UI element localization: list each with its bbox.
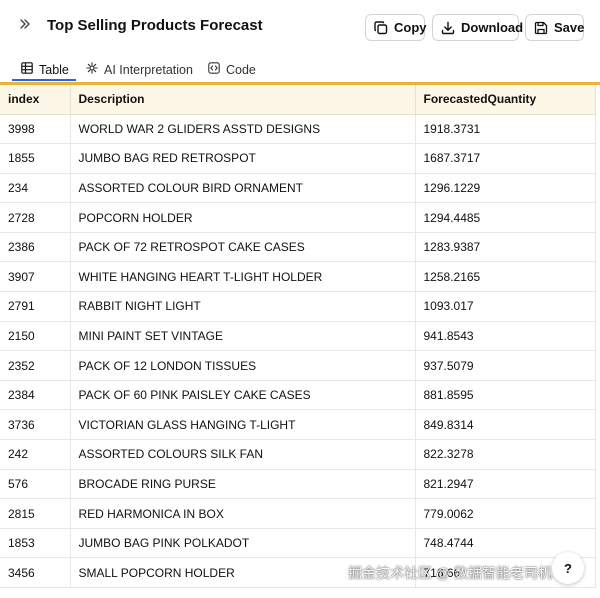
cell-forecasted-quantity: 1918.3731 <box>415 114 596 145</box>
cell-index: 3998 <box>0 114 71 145</box>
collapse-panel-button[interactable] <box>16 16 34 36</box>
save-button-label: Save <box>554 20 585 35</box>
cell-description: JUMBO BAG RED RETROSPOT <box>70 143 416 174</box>
tab-table-label: Table <box>39 62 69 77</box>
column-header-index[interactable]: index <box>0 85 71 115</box>
table-row[interactable]: 3907 WHITE HANGING HEART T-LIGHT HOLDER 12… <box>0 261 596 293</box>
data-table-container[interactable]: index Description ForecastedQuantity 399… <box>0 82 600 598</box>
tab-code[interactable]: Code <box>208 57 256 82</box>
cell-description: JUMBO BAG PINK POLKADOT <box>70 528 416 559</box>
cell-forecasted-quantity: 1687.3717 <box>415 143 596 174</box>
cell-description: BROCADE RING PURSE <box>70 469 416 500</box>
download-icon <box>441 21 455 35</box>
cell-forecasted-quantity: 1093.017 <box>415 291 596 322</box>
table-row[interactable]: 576 BROCADE RING PURSE 821.2947 <box>0 469 596 500</box>
cell-description: MINI PAINT SET VINTAGE <box>70 321 416 352</box>
cell-forecasted-quantity: 849.8314 <box>415 409 596 441</box>
download-button-label: Download <box>461 20 524 35</box>
table-header-row: index Description ForecastedQuantity <box>0 85 596 115</box>
cell-index: 2352 <box>0 350 71 381</box>
table-row[interactable]: 2352 PACK OF 12 LONDON TISSUES 937.5079 <box>0 350 596 381</box>
cell-index: 1853 <box>0 528 71 559</box>
cell-index: 242 <box>0 439 71 470</box>
cell-index: 2386 <box>0 232 71 263</box>
cell-index: 3456 <box>0 557 71 588</box>
code-icon <box>208 62 220 77</box>
cell-index: 1855 <box>0 143 71 174</box>
watermark-text: 掘金技术社区 @ 数据智能老司机 <box>348 565 552 581</box>
table-row[interactable]: 242 ASSORTED COLOURS SILK FAN 822.3278 <box>0 439 596 470</box>
table-row[interactable]: 3736 VICTORIAN GLASS HANGING T-LIGHT 849.8… <box>0 409 596 441</box>
table-row[interactable]: 2815 RED HARMONICA IN BOX 779.0062 <box>0 498 596 529</box>
cell-index: 234 <box>0 173 71 204</box>
cell-forecasted-quantity: 1296.1229 <box>415 173 596 204</box>
cell-forecasted-quantity: 881.8595 <box>415 380 596 411</box>
cell-description: ASSORTED COLOURS SILK FAN <box>70 439 416 470</box>
help-button[interactable]: ? <box>552 552 584 584</box>
page-title: Top Selling Products Forecast <box>47 17 263 34</box>
cell-index: 2791 <box>0 291 71 322</box>
cell-forecasted-quantity: 1294.4485 <box>415 202 596 233</box>
cell-forecasted-quantity: 1258.2165 <box>415 261 596 293</box>
cell-index: 2728 <box>0 202 71 233</box>
cell-index: 2384 <box>0 380 71 411</box>
tab-ai-interpretation[interactable]: AI Interpretation <box>86 57 193 82</box>
table-row[interactable]: 234 ASSORTED COLOUR BIRD ORNAMENT 1296.122… <box>0 173 596 204</box>
cell-forecasted-quantity: 1283.9387 <box>415 232 596 263</box>
cell-forecasted-quantity: 941.8543 <box>415 321 596 352</box>
table-row[interactable]: 1855 JUMBO BAG RED RETROSPOT 1687.3717 <box>0 143 596 174</box>
data-table: index Description ForecastedQuantity 399… <box>0 85 596 588</box>
double-chevron-right-icon <box>19 17 31 35</box>
table-row[interactable]: 1853 JUMBO BAG PINK POLKADOT 748.4744 <box>0 528 596 559</box>
tab-ai-interpretation-label: AI Interpretation <box>104 62 193 77</box>
cell-forecasted-quantity: 821.2947 <box>415 469 596 500</box>
cell-index: 2150 <box>0 321 71 352</box>
column-header-description[interactable]: Description <box>70 85 416 115</box>
cell-description: RABBIT NIGHT LIGHT <box>70 291 416 322</box>
cell-forecasted-quantity: 822.3278 <box>415 439 596 470</box>
cell-index: 2815 <box>0 498 71 529</box>
cell-description: PACK OF 60 PINK PAISLEY CAKE CASES <box>70 380 416 411</box>
header: Top Selling Products Forecast Copy Downl… <box>0 0 600 52</box>
cell-description: WORLD WAR 2 GLIDERS ASSTD DESIGNS <box>70 114 416 145</box>
cell-forecasted-quantity: 779.0062 <box>415 498 596 529</box>
view-tabs: Table AI Interpretation Code <box>0 52 600 82</box>
cell-index: 3907 <box>0 261 71 293</box>
active-tab-indicator <box>12 79 76 81</box>
save-button[interactable]: Save <box>525 14 584 41</box>
table-row[interactable]: 3998 WORLD WAR 2 GLIDERS ASSTD DESIGNS 191… <box>0 114 596 145</box>
table-row[interactable]: 2386 PACK OF 72 RETROSPOT CAKE CASES 1283.… <box>0 232 596 263</box>
cell-description: WHITE HANGING HEART T-LIGHT HOLDER <box>70 261 416 293</box>
copy-button-label: Copy <box>394 20 427 35</box>
table-icon <box>21 62 33 77</box>
cell-index: 3736 <box>0 409 71 441</box>
download-button[interactable]: Download <box>432 14 523 41</box>
cell-description: PACK OF 12 LONDON TISSUES <box>70 350 416 381</box>
table-row[interactable]: 2728 POPCORN HOLDER 1294.4485 <box>0 202 596 233</box>
column-header-forecasted-quantity[interactable]: ForecastedQuantity <box>415 85 596 115</box>
cell-description: PACK OF 72 RETROSPOT CAKE CASES <box>70 232 416 263</box>
copy-button[interactable]: Copy <box>365 14 427 41</box>
table-row[interactable]: 2150 MINI PAINT SET VINTAGE 941.8543 <box>0 321 596 352</box>
cell-description: ASSORTED COLOUR BIRD ORNAMENT <box>70 173 416 204</box>
copy-icon <box>374 20 388 35</box>
table-row[interactable]: 2384 PACK OF 60 PINK PAISLEY CAKE CASES 88… <box>0 380 596 411</box>
cell-description: RED HARMONICA IN BOX <box>70 498 416 529</box>
cell-forecasted-quantity: 937.5079 <box>415 350 596 381</box>
sparkle-gear-icon <box>86 62 98 77</box>
cell-description: POPCORN HOLDER <box>70 202 416 233</box>
cell-index: 576 <box>0 469 71 500</box>
table-row[interactable]: 2791 RABBIT NIGHT LIGHT 1093.017 <box>0 291 596 322</box>
tab-code-label: Code <box>226 62 256 77</box>
table-body: 3998 WORLD WAR 2 GLIDERS ASSTD DESIGNS 191… <box>0 114 596 588</box>
cell-description: VICTORIAN GLASS HANGING T-LIGHT <box>70 409 416 441</box>
save-icon <box>534 21 548 35</box>
